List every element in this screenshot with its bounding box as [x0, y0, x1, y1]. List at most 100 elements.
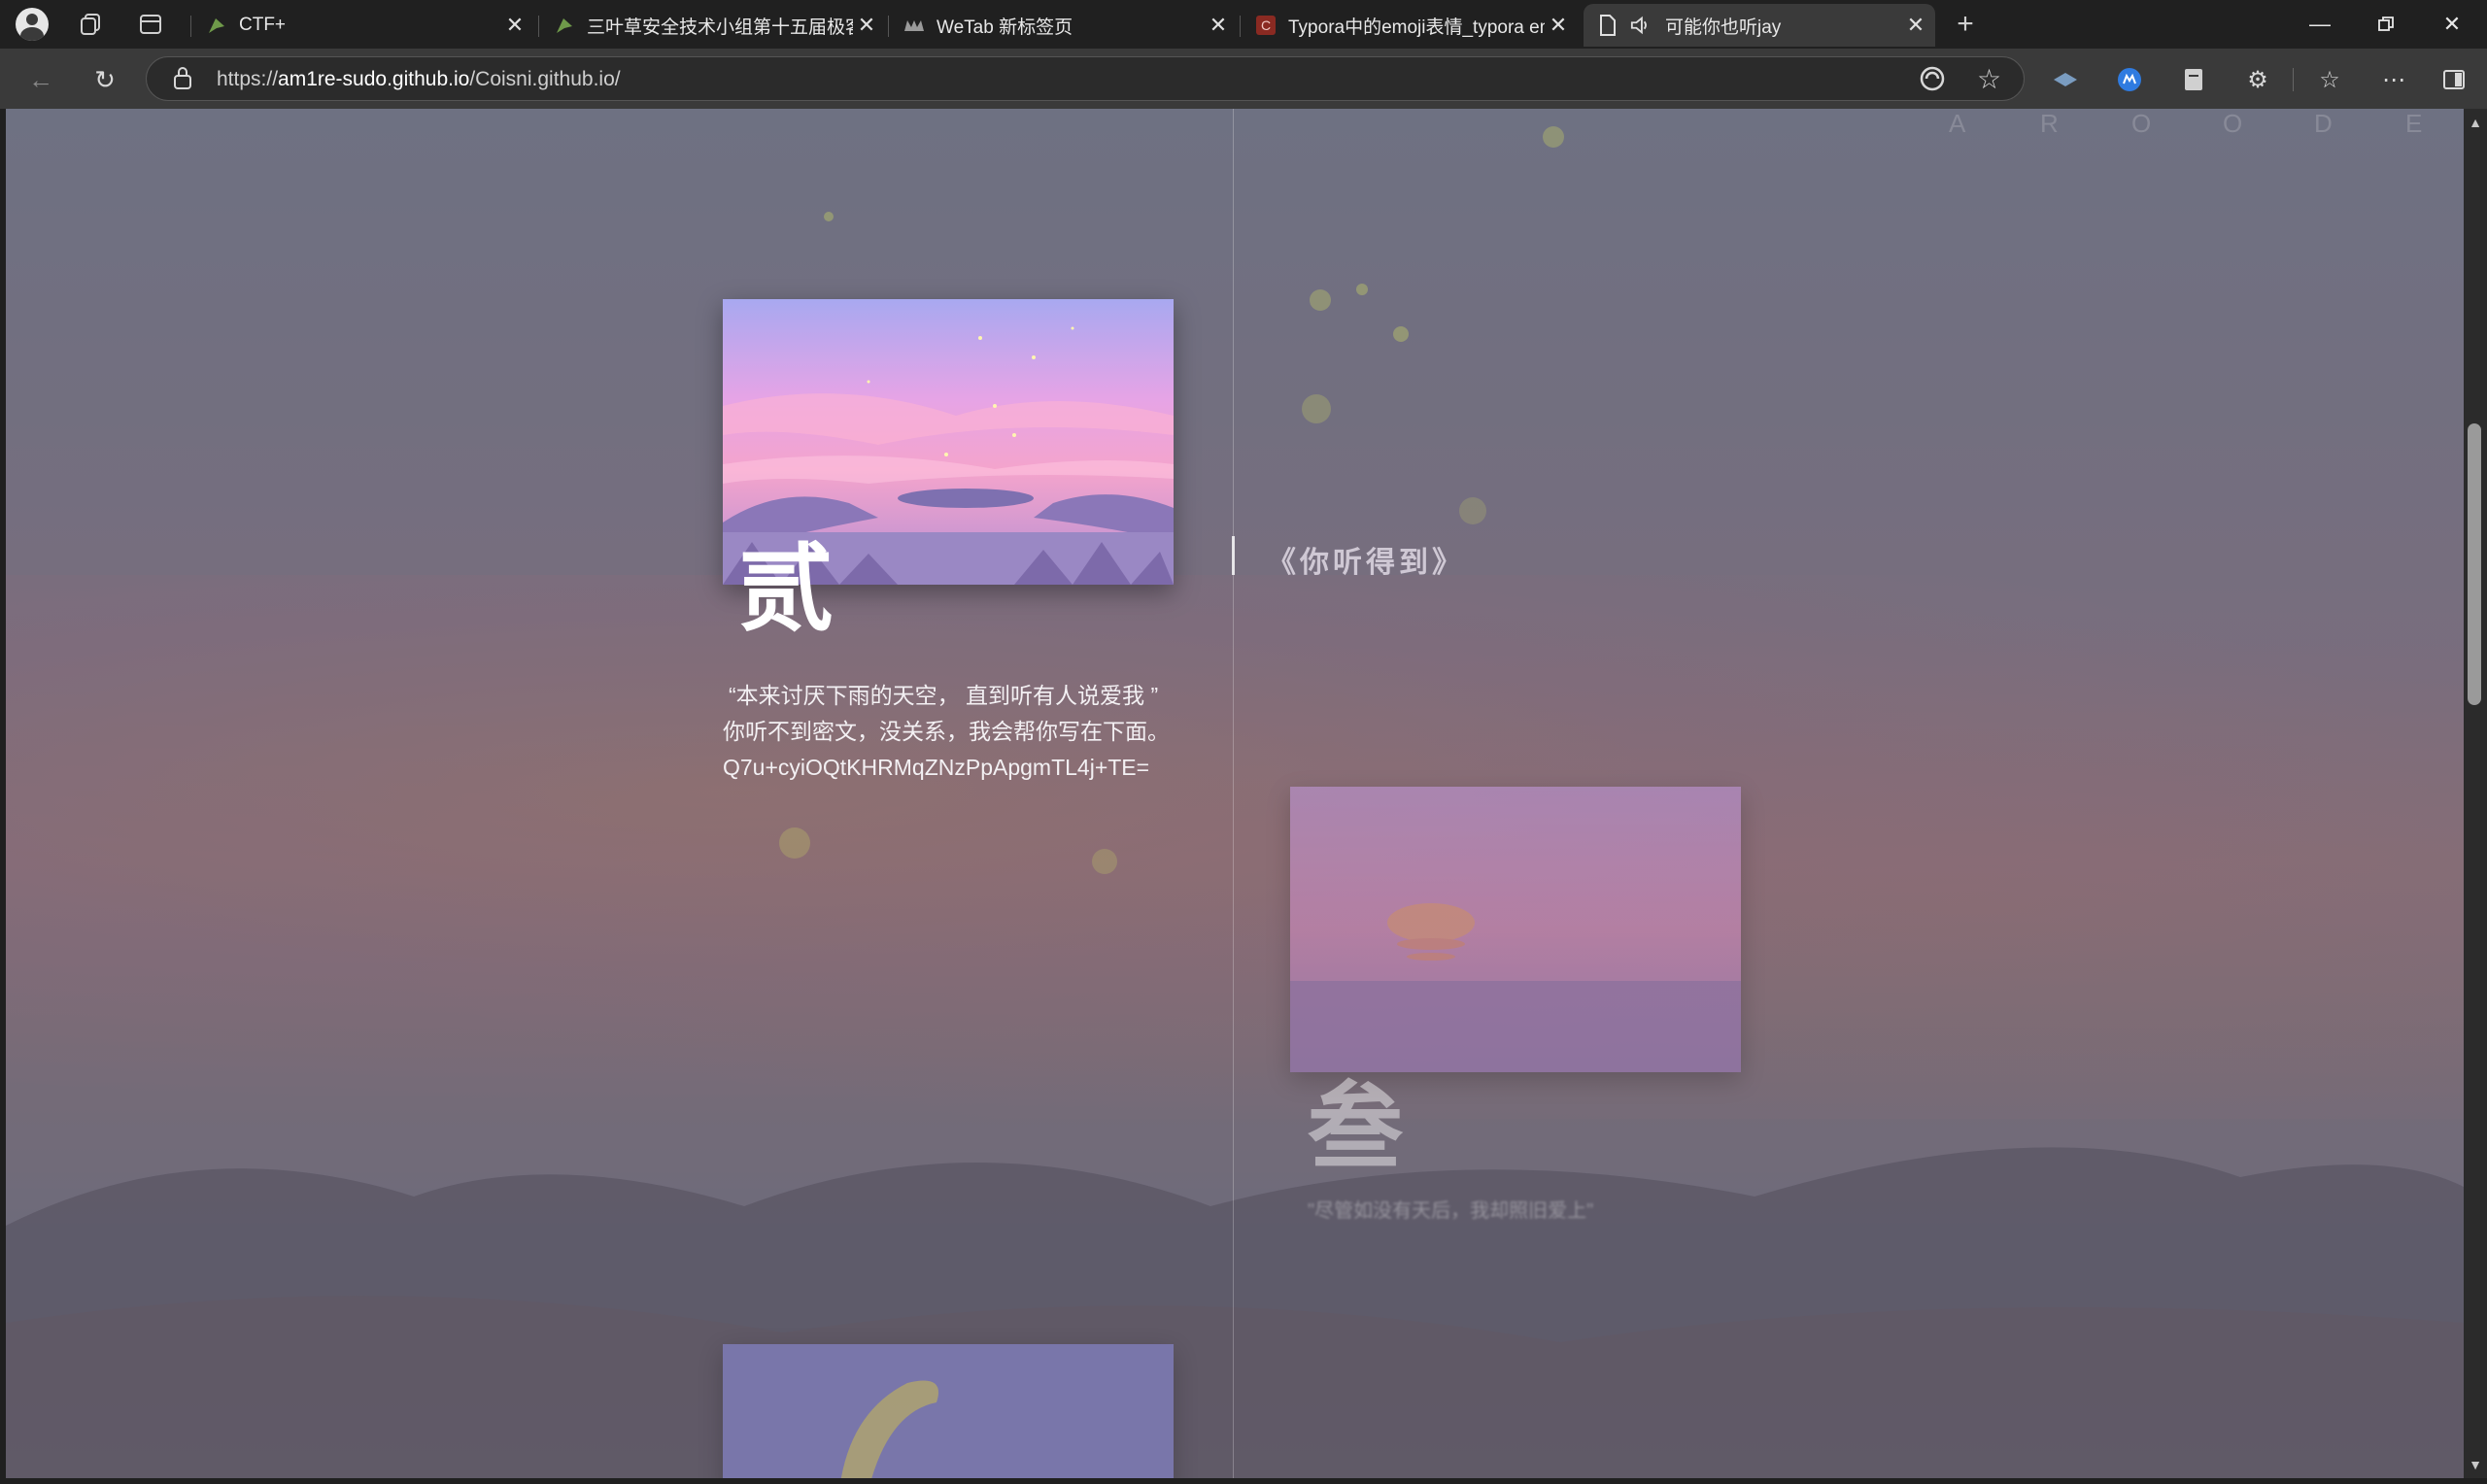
translate-icon[interactable] [1919, 65, 1946, 97]
vertical-tabs-button[interactable] [132, 6, 169, 43]
profile-button[interactable] [14, 6, 51, 43]
tab-label: Typora中的emoji表情_typora emo [1288, 17, 1545, 38]
tab-label: 三叶草安全技术小组第十五届极客 [587, 17, 853, 38]
close-tab-icon[interactable]: ✕ [501, 13, 528, 38]
watermark-letter: O [2131, 109, 2156, 138]
lock-icon[interactable] [172, 65, 193, 95]
watermark-letter: E [2405, 109, 2427, 138]
bokeh-particle [779, 827, 810, 859]
restore-button[interactable] [2353, 0, 2419, 49]
sidebar-toggle-button[interactable] [2435, 60, 2473, 99]
tab-separator [538, 16, 539, 37]
watermark-letter: D [2314, 109, 2336, 138]
tab-wetab[interactable]: WeTab 新标签页 ✕ [890, 4, 1238, 47]
scroll-down-arrow[interactable]: ▼ [2464, 1453, 2487, 1476]
tab-sanyecao[interactable]: 三叶草安全技术小组第十五届极客 ✕ [540, 4, 886, 47]
card-ciphertext[interactable]: Q7u+cyiOQtKHRMqZNzPpApgmTL4j+TE= [723, 750, 1149, 786]
url-host: am1re-sudo.github.io [278, 68, 470, 90]
bokeh-particle [824, 212, 834, 221]
wetab-icon [903, 15, 925, 36]
next-card-image [1290, 787, 1741, 1072]
toolbar: ← ↻ https://am1re-sudo.github.io/Coisni.… [0, 49, 2487, 109]
new-tab-button[interactable]: + [1947, 6, 1984, 43]
tab-separator [1240, 16, 1241, 37]
shield-extension-icon [2118, 68, 2141, 91]
sidebar-icon [2443, 70, 2465, 89]
restore-icon [2378, 17, 2394, 31]
plus-icon: + [1957, 8, 1974, 40]
arrow-left-icon: ← [28, 64, 53, 94]
workspaces-icon [81, 14, 100, 35]
address-bar[interactable]: https://am1re-sudo.github.io/Coisni.gith… [146, 56, 2025, 101]
close-tab-icon[interactable]: ✕ [853, 13, 880, 38]
url-prefix: https:// [217, 68, 279, 90]
watermark-letter: A [1949, 109, 1970, 138]
tab-label: WeTab 新标签页 [937, 17, 1073, 38]
avatar-icon [16, 8, 49, 41]
scrollbar-thumb[interactable] [2468, 423, 2481, 705]
url-text[interactable]: https://am1re-sudo.github.io/Coisni.gith… [217, 68, 621, 91]
tab-label: 可能你也听jay [1665, 17, 1782, 38]
night-illustration [723, 1344, 1174, 1478]
bokeh-particle [1356, 284, 1368, 295]
extension-button-3[interactable] [2174, 60, 2213, 99]
bokeh-particle [1310, 289, 1331, 311]
refresh-button[interactable]: ↻ [85, 60, 124, 99]
scrollbar-track[interactable] [2464, 109, 2487, 1484]
bokeh-particle [1393, 326, 1409, 342]
tab-separator [888, 16, 889, 37]
favorite-star-icon[interactable]: ☆ [1977, 63, 2001, 95]
tab-active-jay[interactable]: 可能你也听jay ✕ [1584, 4, 1935, 47]
card-lyric: “本来讨厌下雨的天空， 直到听有人说爱我 ” [729, 683, 1159, 708]
kinetic-figure-icon [206, 15, 227, 36]
timeline-line [1233, 109, 1234, 1478]
page-content: A R O O D E 贰 “本来讨厌下雨的天空， 直到听有人说爱我 ” 你听不… [6, 109, 2464, 1478]
extension-button-2[interactable] [2110, 60, 2149, 99]
back-button[interactable]: ← [21, 60, 60, 99]
third-card-image [723, 1344, 1174, 1478]
url-path: /Coisni.github.io/ [469, 68, 621, 90]
close-icon: ✕ [2442, 12, 2462, 36]
next-card-lyric: "尽管如没有天后，我却照旧爱上" [1308, 1200, 1594, 1222]
window-bottom-edge [0, 1478, 2487, 1484]
settings-menu-button[interactable]: ⋯ [2374, 60, 2413, 99]
close-window-button[interactable]: ✕ [2419, 0, 2485, 49]
extensions-button[interactable]: ⚙ [2238, 60, 2277, 99]
watermark-letter: R [2040, 109, 2062, 138]
toolbar-divider [2293, 68, 2294, 91]
bokeh-particle [1459, 497, 1486, 524]
close-tab-icon[interactable]: ✕ [1545, 13, 1572, 38]
favorites-star-icon: ☆ [2319, 66, 2340, 93]
card-number: 贰 [738, 533, 835, 645]
timeline-marker [1232, 536, 1235, 575]
refresh-icon: ↻ [94, 64, 116, 94]
sea-sunset-illustration [1290, 787, 1741, 1072]
scroll-up-arrow[interactable]: ▲ [2464, 111, 2487, 134]
puzzle-icon: ⚙ [2247, 66, 2268, 93]
more-icon: ⋯ [2382, 66, 2405, 93]
tab-separator [190, 16, 191, 37]
diamond-extension-icon [2054, 73, 2077, 86]
next-card-number: 叁 [1308, 1071, 1404, 1183]
close-tab-icon[interactable]: ✕ [1902, 13, 1929, 38]
minimize-icon: — [2309, 12, 2331, 36]
extension-button-1[interactable] [2046, 60, 2085, 99]
page-icon [1597, 15, 1618, 36]
song-title: 《你听得到》 [1267, 547, 1465, 579]
close-tab-icon[interactable]: ✕ [1205, 13, 1232, 38]
kinetic-figure-icon [554, 15, 575, 36]
document-extension-icon [2185, 69, 2202, 90]
tab-typora-emoji[interactable]: C Typora中的emoji表情_typora emo ✕ [1242, 4, 1578, 47]
card-hint: 你听不到密文，没关系，我会帮你写在下面。 [723, 719, 1170, 744]
speaker-icon[interactable] [1630, 15, 1652, 36]
favorites-button[interactable]: ☆ [2310, 60, 2349, 99]
workspaces-button[interactable] [72, 6, 109, 43]
watermark-letter: O [2223, 109, 2247, 138]
bokeh-particle [1092, 849, 1117, 874]
tab-actions-icon [140, 15, 161, 34]
tab-ctf[interactable]: CTF+ ✕ [192, 4, 534, 47]
minimize-button[interactable]: — [2287, 0, 2353, 49]
bokeh-particle [1302, 394, 1331, 423]
csdn-icon: C [1255, 15, 1277, 36]
tab-strip: CTF+ ✕ 三叶草安全技术小组第十五届极客 ✕ WeTab 新标签页 ✕ C … [0, 0, 2487, 49]
